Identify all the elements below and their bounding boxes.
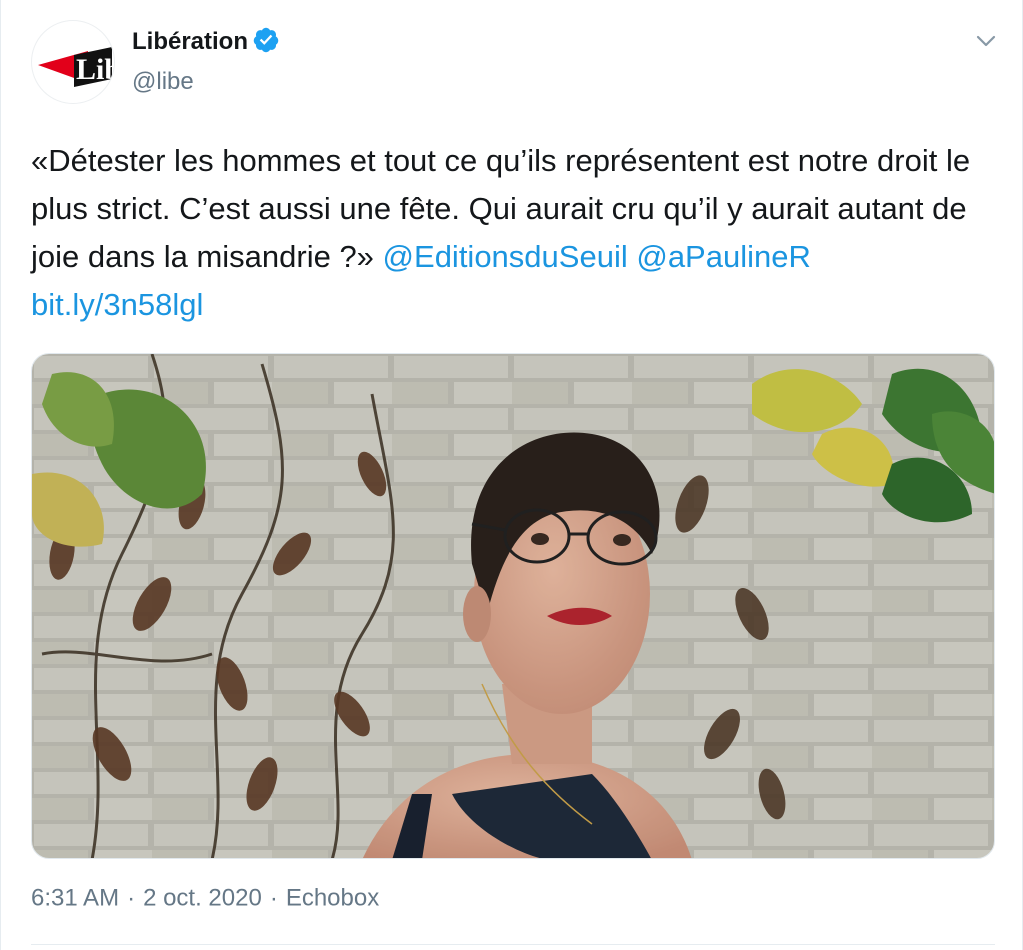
- display-name[interactable]: Libération: [132, 28, 248, 55]
- tweet-header: Libé Libération @libe: [31, 20, 1001, 110]
- tweet-meta: 6:31 AM · 2 oct. 2020 · Echobox: [31, 884, 379, 913]
- separator: ·: [127, 884, 136, 912]
- portrait-photo: [32, 354, 994, 858]
- url-link[interactable]: bit.ly/3n58lgl: [31, 287, 203, 322]
- chevron-down-icon[interactable]: [971, 26, 1001, 56]
- separator: ·: [269, 884, 278, 912]
- avatar[interactable]: Libé: [31, 20, 115, 104]
- divider: [31, 944, 995, 945]
- tweet-photo[interactable]: [31, 353, 995, 859]
- tweet-time[interactable]: 6:31 AM: [31, 885, 119, 912]
- author-name-row[interactable]: Libération: [132, 26, 280, 56]
- liberation-logo-icon: Libé: [38, 47, 115, 87]
- author-handle[interactable]: @libe: [132, 68, 194, 96]
- logo-text: Libé: [76, 53, 115, 86]
- tweet-text: «Détester les hommes et tout ce qu’ils r…: [31, 137, 991, 329]
- tweet-date[interactable]: 2 oct. 2020: [143, 885, 262, 912]
- tweet-card[interactable]: Libé Libération @libe «Détester les homm…: [0, 0, 1023, 950]
- mention-link[interactable]: @EditionsduSeuil: [383, 239, 628, 274]
- mention-link[interactable]: @aPaulineR: [636, 239, 811, 274]
- tweet-source[interactable]: Echobox: [286, 885, 379, 912]
- verified-badge-icon: [252, 26, 280, 54]
